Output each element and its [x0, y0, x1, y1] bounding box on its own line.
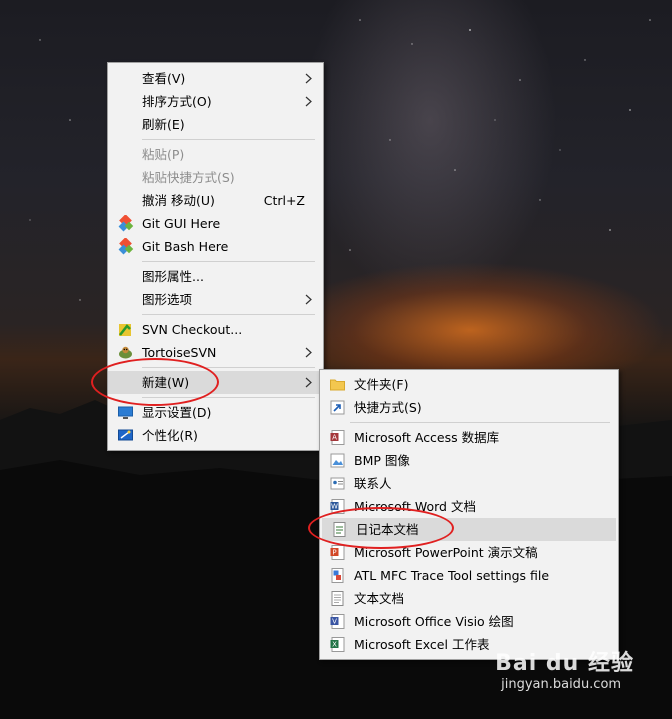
menu-item-label: Git Bash Here: [142, 239, 229, 254]
menu-item-label: SVN Checkout...: [142, 322, 243, 337]
menu-item-git-gui[interactable]: Git GUI Here: [108, 212, 323, 235]
menu-item-display-settings[interactable]: 显示设置(D): [108, 401, 323, 424]
menu-item-label: Microsoft PowerPoint 演示文稿: [354, 545, 538, 560]
atl-trace-icon: [331, 568, 344, 583]
svg-text:A: A: [332, 434, 337, 442]
chevron-right-icon: [305, 73, 312, 84]
menu-item-paste[interactable]: 粘贴(P): [108, 143, 323, 166]
menu-item-tortoisesvn[interactable]: TortoiseSVN: [108, 341, 323, 364]
journal-icon: [333, 522, 346, 537]
menu-item-label: 撤消 移动(U): [142, 193, 215, 208]
submenu-item-folder[interactable]: 文件夹(F): [320, 373, 618, 396]
powerpoint-icon: P: [330, 545, 345, 560]
svg-text:X: X: [332, 641, 337, 649]
desktop-context-menu: 查看(V) 排序方式(O) 刷新(E) 粘贴(P) 粘贴快捷方式(S) 撤消 移…: [107, 62, 324, 451]
menu-item-graphics-properties[interactable]: 图形属性...: [108, 265, 323, 288]
text-file-icon: [331, 591, 344, 606]
svn-checkout-icon: [119, 324, 131, 336]
submenu-item-shortcut[interactable]: 快捷方式(S): [320, 396, 618, 419]
folder-icon: [330, 379, 345, 391]
chevron-right-icon: [305, 294, 312, 305]
menu-item-label: Microsoft Excel 工作表: [354, 637, 490, 652]
menu-item-refresh[interactable]: 刷新(E): [108, 113, 323, 136]
menu-item-label: Microsoft Access 数据库: [354, 430, 500, 445]
menu-item-label: Git GUI Here: [142, 216, 221, 231]
menu-item-label: BMP 图像: [354, 453, 410, 468]
menu-item-label: 个性化(R): [142, 428, 198, 443]
chevron-right-icon: [305, 96, 312, 107]
menu-item-svn-checkout[interactable]: SVN Checkout...: [108, 318, 323, 341]
menu-item-paste-shortcut[interactable]: 粘贴快捷方式(S): [108, 166, 323, 189]
svg-text:V: V: [332, 618, 337, 626]
menu-item-new[interactable]: 新建(W): [108, 371, 323, 394]
submenu-item-visio[interactable]: V Microsoft Office Visio 绘图: [320, 610, 618, 633]
submenu-item-powerpoint[interactable]: P Microsoft PowerPoint 演示文稿: [320, 541, 618, 564]
word-icon: W: [330, 499, 345, 514]
git-gui-icon: [118, 215, 134, 232]
new-submenu: 文件夹(F) 快捷方式(S) A Microsoft Access 数据库 BM…: [319, 369, 619, 660]
contact-icon: [330, 477, 345, 490]
menu-item-label: ATL MFC Trace Tool settings file: [354, 568, 550, 583]
menu-item-label: Microsoft Word 文档: [354, 499, 476, 514]
menu-item-graphics-options[interactable]: 图形选项: [108, 288, 323, 311]
menu-item-label: 文件夹(F): [354, 377, 409, 392]
watermark-brand: Bai du 经验: [495, 651, 634, 676]
menu-item-label: 图形选项: [142, 292, 193, 307]
shortcut-icon: [330, 400, 345, 415]
submenu-item-contact[interactable]: 联系人: [320, 472, 618, 495]
git-bash-icon: [118, 238, 134, 255]
svg-text:W: W: [331, 503, 338, 511]
menu-separator: [142, 261, 315, 262]
menu-item-label: 新建(W): [142, 375, 190, 390]
monitor-icon: [118, 406, 133, 419]
menu-separator: [142, 397, 315, 398]
menu-item-label: 联系人: [354, 476, 392, 491]
menu-item-label: 粘贴快捷方式(S): [142, 170, 235, 185]
menu-item-label: Microsoft Office Visio 绘图: [354, 614, 514, 629]
menu-item-label: TortoiseSVN: [142, 345, 217, 360]
submenu-item-journal-doc[interactable]: 日记本文档: [322, 518, 616, 541]
submenu-item-text-doc[interactable]: 文本文档: [320, 587, 618, 610]
access-icon: A: [330, 430, 345, 445]
menu-item-label: 查看(V): [142, 71, 186, 86]
tortoise-icon: [119, 346, 132, 359]
menu-separator: [142, 314, 315, 315]
visio-icon: V: [330, 614, 345, 629]
shortcut-text: Ctrl+Z: [263, 193, 305, 208]
menu-item-label: 日记本文档: [356, 522, 419, 537]
menu-item-label: 快捷方式(S): [354, 400, 422, 415]
menu-item-label: 排序方式(O): [142, 94, 212, 109]
excel-icon: X: [330, 637, 345, 652]
submenu-item-bmp[interactable]: BMP 图像: [320, 449, 618, 472]
menu-item-label: 文本文档: [354, 591, 405, 606]
image-file-icon: [330, 453, 345, 468]
menu-item-personalize[interactable]: 个性化(R): [108, 424, 323, 447]
menu-item-undo-move[interactable]: 撤消 移动(U) Ctrl+Z: [108, 189, 323, 212]
watermark-url: jingyan.baidu.com: [501, 677, 622, 692]
menu-item-sort-by[interactable]: 排序方式(O): [108, 90, 323, 113]
menu-separator: [142, 367, 315, 368]
menu-separator: [142, 139, 315, 140]
menu-item-view[interactable]: 查看(V): [108, 67, 323, 90]
personalize-icon: [118, 429, 133, 441]
svg-text:P: P: [332, 549, 336, 557]
menu-item-label: 刷新(E): [142, 117, 185, 132]
menu-item-label: 粘贴(P): [142, 147, 185, 162]
menu-item-label: 图形属性...: [142, 269, 204, 284]
menu-separator: [350, 422, 610, 423]
baidu-jingyan-watermark: Bai du 经验 jingyan.baidu.com: [495, 645, 634, 692]
submenu-item-access-db[interactable]: A Microsoft Access 数据库: [320, 426, 618, 449]
menu-item-label: 显示设置(D): [142, 405, 212, 420]
chevron-right-icon: [305, 377, 312, 388]
submenu-item-word-doc[interactable]: W Microsoft Word 文档: [320, 495, 618, 518]
menu-item-git-bash[interactable]: Git Bash Here: [108, 235, 323, 258]
submenu-item-atl-trace[interactable]: ATL MFC Trace Tool settings file: [320, 564, 618, 587]
chevron-right-icon: [305, 347, 312, 358]
